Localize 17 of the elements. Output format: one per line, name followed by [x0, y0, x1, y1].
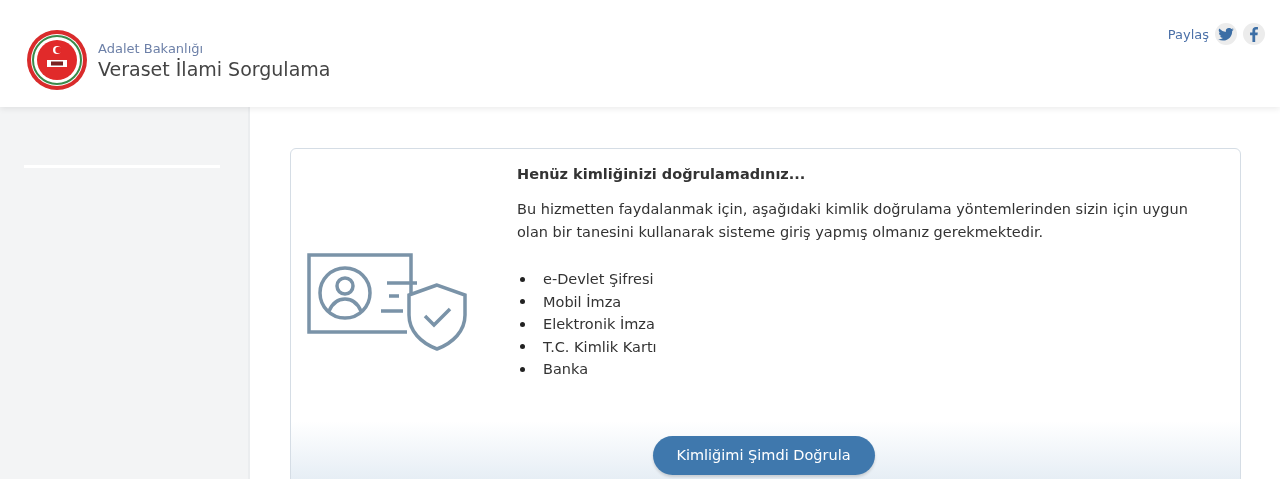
- twitter-button[interactable]: [1215, 23, 1237, 45]
- notice-text: Bu hizmetten faydalanmak için, aşağıdaki kimlik doğrulama yöntemlerinden sizin için uygun olan bir tanesini kullanarak sisteme giriş yapmış olmanız gerekmektedir.: [517, 200, 1189, 242]
- method-item: T.C. Kimlik Kartı: [517, 335, 1220, 358]
- share-label: Paylaş: [1167, 26, 1209, 42]
- verify-button[interactable]: Kimliğimi Şimdi Doğrula: [652, 435, 875, 475]
- notice-heading: Henüz kimliğinizi doğrulamadınız...: [517, 166, 807, 182]
- bird-icon: [1218, 27, 1234, 41]
- id-card-shield-icon: [307, 253, 469, 353]
- method-item: Elektronik İmza: [517, 313, 1220, 336]
- method-item: Mobil İmza: [517, 290, 1220, 313]
- facebook-icon: [1250, 26, 1258, 42]
- page-title: Veraset İlami Sorgulama: [98, 57, 331, 80]
- method-item: Banka: [517, 358, 1220, 381]
- ministry-emblem: [26, 29, 88, 91]
- method-item: e-Devlet Şifresi: [517, 268, 1220, 291]
- ministry-name: Adalet Bakanlığı: [98, 40, 205, 56]
- facebook-button[interactable]: [1243, 23, 1265, 45]
